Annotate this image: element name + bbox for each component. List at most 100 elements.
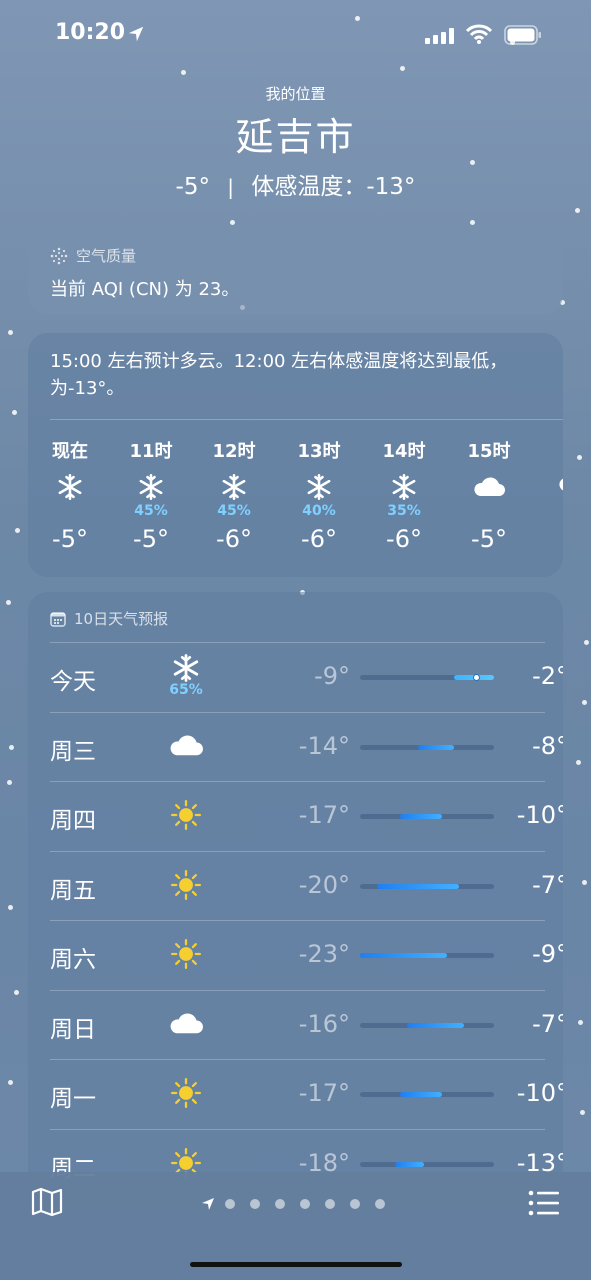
cellular-signal-icon	[425, 28, 454, 44]
snow-icon	[369, 471, 439, 503]
divider	[50, 850, 545, 852]
hourly-summary: 15:00 左右预计多云。12:00 左右体感温度将达到最低，为-13°。	[50, 351, 508, 399]
snowflake	[8, 330, 13, 335]
hourly-item: 11时 45% -5°	[116, 437, 186, 553]
air-quality-icon	[50, 247, 68, 264]
day-label: 周日	[50, 1016, 96, 1043]
hour-temperature: -	[539, 520, 563, 548]
current-conditions: -5° | 体感温度：-13°	[0, 167, 591, 201]
cloud-icon	[454, 471, 524, 503]
page-dot[interactable]	[250, 1199, 260, 1209]
cloud-icon	[539, 466, 563, 498]
precipitation-chance: 45%	[217, 503, 251, 519]
snowflake	[6, 600, 11, 605]
low-temperature: -9°	[314, 662, 350, 690]
hour-label: 14时	[382, 441, 426, 462]
page-dot[interactable]	[375, 1199, 385, 1209]
daily-row-1[interactable]: 今天 65% -9° -2°	[50, 642, 563, 711]
current-location-page-icon[interactable]	[200, 1196, 216, 1212]
page-dot[interactable]	[225, 1199, 235, 1209]
day-label: 周一	[50, 1086, 96, 1112]
daily-row-7[interactable]: 周一 -17° -10°	[50, 1059, 563, 1128]
snowflake	[578, 1020, 583, 1025]
day-label: 今天	[50, 669, 96, 695]
daily-row-4[interactable]: 周五 -20° -7°	[50, 850, 563, 920]
page-dot[interactable]	[350, 1199, 360, 1209]
high-temperature: -7°	[532, 870, 563, 899]
divider	[50, 989, 545, 991]
temperature-range-bar	[360, 814, 494, 819]
low-temperature: -17°	[298, 801, 350, 829]
page-dot[interactable]	[325, 1199, 335, 1209]
day-label: 周三	[50, 738, 96, 765]
snowflake	[7, 780, 12, 785]
hour-label: 15时	[467, 441, 511, 462]
ten-day-title-text: 10日天气预报	[74, 610, 169, 628]
low-temperature: -16°	[298, 1009, 350, 1038]
hourly-item: 12时 45% -6°	[199, 437, 269, 553]
hourly-forecast-card[interactable]: 15:00 左右预计多云。12:00 左右体感温度将达到最低，为-13°。 现在…	[28, 333, 563, 577]
snowflake	[582, 700, 587, 705]
daily-row-6[interactable]: 周日 -16° -7°	[50, 989, 563, 1059]
hour-label: 13时	[297, 441, 341, 462]
divider	[50, 781, 545, 782]
hour-label: 1	[539, 437, 563, 458]
temperature-range-fill	[417, 744, 454, 750]
hourly-item: 1-	[539, 437, 563, 548]
snowflake	[12, 410, 17, 415]
battery-icon	[504, 25, 541, 45]
sun-icon	[166, 1071, 206, 1115]
precipitation-chance	[454, 503, 524, 521]
hour-label: 现在	[52, 441, 88, 462]
page-dot[interactable]	[275, 1199, 285, 1209]
snow-icon	[116, 471, 186, 503]
snowflake	[470, 220, 475, 225]
sun-icon	[166, 932, 206, 976]
temperature-range-fill	[400, 814, 442, 819]
location-header: 我的位置 延吉市 -5° | 体感温度：-13°	[0, 80, 591, 201]
day-label: 周五	[50, 877, 96, 904]
snowflake	[577, 455, 582, 460]
day-label: 周四	[50, 808, 96, 834]
low-temperature: -20°	[298, 870, 350, 899]
divider	[50, 711, 545, 713]
ten-day-title: 10日天气预报	[50, 608, 168, 629]
hourly-item: 15时 -5°	[454, 437, 524, 553]
daily-row-3[interactable]: 周四 -17° -10°	[50, 781, 563, 850]
location-arrow-icon	[128, 26, 144, 42]
current-temperature: -5°	[175, 174, 210, 200]
snowflake	[15, 528, 20, 533]
hour-temperature: -5°	[133, 525, 169, 553]
snowflake	[576, 760, 581, 765]
temperature-range-bar	[360, 1092, 494, 1097]
temperature-range-fill	[360, 953, 448, 958]
daily-row-5[interactable]: 周六 -23° -9°	[50, 920, 563, 989]
air-quality-card[interactable]: 空气质量 当前 AQI (CN) 为 23。	[28, 227, 563, 315]
home-indicator[interactable]	[190, 1262, 402, 1267]
feels-like-temperature: 体感温度：-13°	[251, 174, 416, 200]
low-temperature: -23°	[298, 940, 350, 968]
temperature-range-fill	[394, 1161, 425, 1167]
snowflake	[8, 905, 13, 910]
hour-temperature: -6°	[216, 525, 252, 553]
map-icon[interactable]	[30, 1186, 64, 1218]
snowflake	[584, 640, 589, 645]
snowflake	[580, 1110, 585, 1115]
snowflake	[181, 70, 186, 75]
page-dot[interactable]	[300, 1199, 310, 1209]
high-temperature: -10°	[516, 801, 563, 829]
location-label: 我的位置	[265, 85, 326, 103]
hour-label: 12时	[212, 441, 256, 462]
location-list-icon[interactable]	[528, 1190, 560, 1216]
precipitation-chance: 40%	[302, 503, 336, 519]
snow-icon	[35, 471, 105, 503]
page-indicator[interactable]	[200, 1196, 385, 1212]
precipitation-chance: 35%	[387, 503, 421, 519]
day-label: 周六	[50, 947, 96, 973]
wifi-icon	[466, 24, 492, 44]
daily-row-2[interactable]: 周三 -14° -8°	[50, 711, 563, 781]
ten-day-forecast-card[interactable]: 10日天气预报 今天 65% -9° -2° 周三 -14° -8° 周四 -17° -10° 周五…	[28, 592, 563, 1212]
snow-icon	[199, 471, 269, 503]
high-temperature: -7°	[532, 1009, 563, 1038]
divider	[50, 1059, 545, 1060]
